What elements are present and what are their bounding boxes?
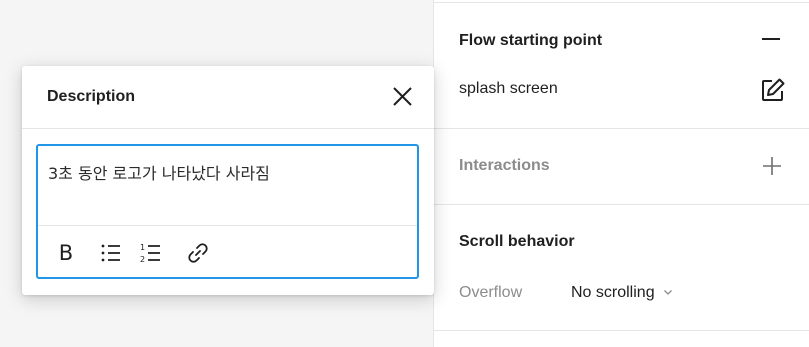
description-text[interactable]: 3초 동안 로고가 나타났다 사라짐	[48, 160, 270, 184]
close-icon[interactable]	[392, 86, 413, 107]
chevron-down-icon	[663, 290, 672, 295]
section-title-interactions: Interactions	[459, 157, 550, 174]
popover-header: Description	[22, 66, 434, 129]
overflow-select[interactable]: No scrolling	[571, 281, 673, 305]
interactions-section: Interactions	[434, 129, 809, 205]
edit-icon[interactable]	[760, 77, 786, 103]
numbered-list-icon[interactable]: 1 2	[139, 241, 163, 265]
plus-icon[interactable]	[762, 156, 782, 176]
flow-starting-point-section: Flow starting point splash screen	[434, 3, 809, 129]
bold-button[interactable]: B	[54, 241, 78, 265]
flow-name[interactable]: splash screen	[459, 80, 558, 98]
description-popover: Description 3초 동안 로고가 나타났다 사라짐 B 1 2	[22, 66, 434, 295]
svg-text:1: 1	[140, 243, 145, 252]
scroll-behavior-section: Scroll behavior Overflow No scrolling	[434, 205, 809, 331]
editor-toolbar: B 1 2	[38, 225, 417, 278]
section-title-scroll: Scroll behavior	[459, 233, 575, 250]
link-icon[interactable]	[186, 241, 210, 265]
properties-panel: Flow starting point splash screen Intera…	[433, 0, 809, 347]
minus-icon[interactable]	[762, 38, 780, 40]
popover-title: Description	[47, 88, 136, 105]
description-editor[interactable]: 3초 동안 로고가 나타났다 사라짐 B 1 2	[36, 144, 419, 279]
svg-text:2: 2	[140, 255, 145, 264]
overflow-value: No scrolling	[571, 284, 655, 301]
bulleted-list-icon[interactable]	[99, 241, 123, 265]
overflow-label: Overflow	[459, 284, 523, 301]
section-title-flow: Flow starting point	[459, 32, 603, 49]
